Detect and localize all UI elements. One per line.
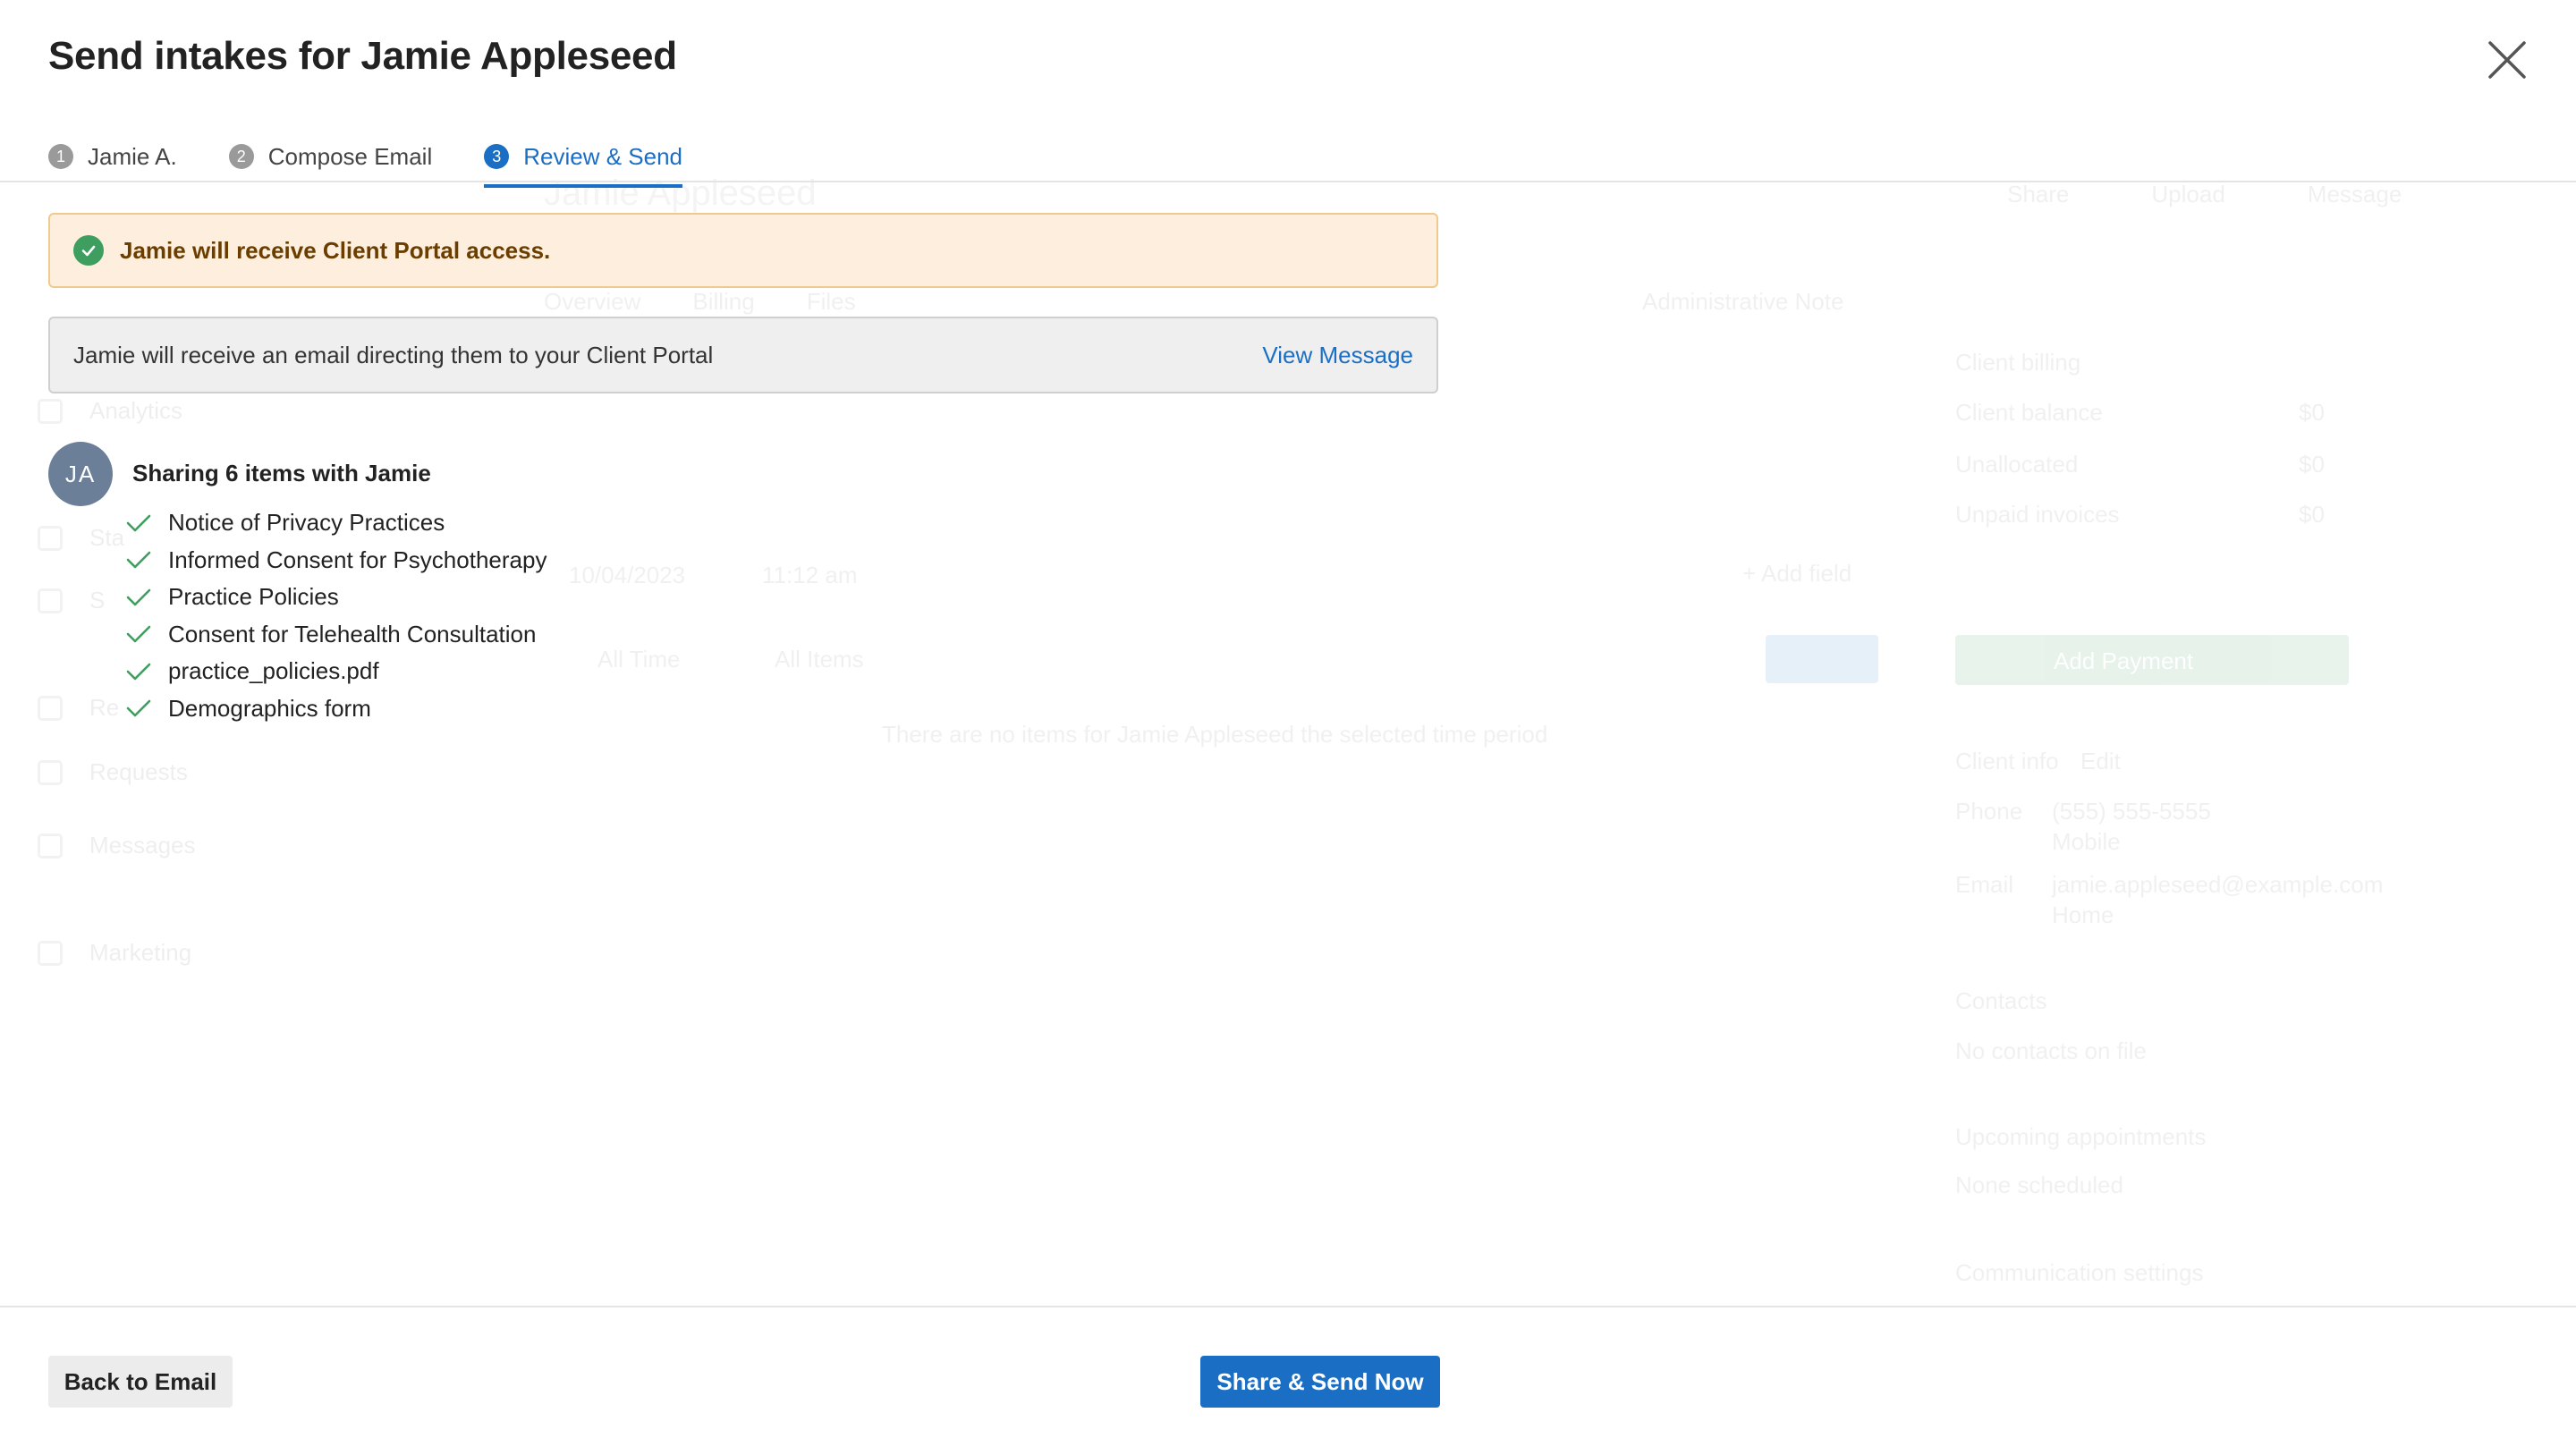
bg-add-payment-button (1955, 635, 2349, 685)
step-label: Jamie A. (88, 142, 177, 170)
bg-admin-note: Administrative Note (1642, 288, 1844, 315)
check-circle-icon (73, 235, 104, 266)
step-2[interactable]: 2 Compose Email (228, 138, 433, 175)
bg-add-payment-label: Add Payment (2054, 647, 2194, 674)
bg-upcoming: Upcoming appointments (1955, 1123, 2207, 1150)
check-icon (125, 587, 156, 608)
bg-client-balance: Client balance (1955, 399, 2103, 426)
step-3[interactable]: 3 Review & Send (484, 138, 682, 188)
shared-item-label: practice_policies.pdf (168, 657, 379, 685)
bg-unallocated-value: $0 (2299, 451, 2325, 478)
back-to-email-button[interactable]: Back to Email (48, 1356, 233, 1408)
view-message-link[interactable]: View Message (1262, 342, 1413, 369)
step-number: 2 (228, 144, 254, 169)
step-number: 3 (484, 144, 510, 169)
step-label: Review & Send (523, 142, 682, 170)
shared-item-label: Practice Policies (168, 583, 339, 611)
header-divider (0, 181, 2576, 182)
check-icon (125, 623, 156, 645)
share-and-send-button[interactable]: Share & Send Now (1200, 1356, 1440, 1408)
bg-sidebar-sta: Sta (38, 524, 124, 552)
shared-item-label: Consent for Telehealth Consultation (168, 620, 537, 647)
bg-phone-value: (555) 555-5555 (2052, 798, 2211, 825)
bg-no-contacts: No contacts on file (1955, 1037, 2147, 1064)
bg-unpaid-invoices-value: $0 (2299, 501, 2325, 528)
bg-top-actions: Share Upload Message (2007, 181, 2402, 207)
shared-items-list: Notice of Privacy Practices Informed Con… (125, 504, 547, 727)
bg-sidebar-analytics: Analytics (38, 397, 182, 425)
bg-new-button (1766, 635, 1878, 683)
bg-email-value: jamie.appleseed@example.com (2052, 871, 2384, 898)
bg-sidebar-marketing: Marketing (38, 939, 191, 967)
step-label: Compose Email (267, 142, 433, 170)
bg-empty-message: There are no items for Jamie Appleseed t… (882, 721, 1548, 748)
email-info-text: Jamie will receive an email directing th… (73, 341, 714, 368)
bg-none-scheduled: None scheduled (1955, 1172, 2123, 1198)
shared-item-label: Informed Consent for Psychotherapy (168, 546, 547, 573)
email-info-bar: Jamie will receive an email directing th… (48, 317, 1438, 393)
bg-sidebar-s: S (38, 587, 105, 614)
bg-phone-type: Mobile (2052, 828, 2121, 855)
bg-client-info: Client info (1955, 748, 2059, 774)
list-item: practice_policies.pdf (125, 653, 547, 690)
bg-unallocated: Unallocated (1955, 451, 2079, 478)
footer-divider (0, 1306, 2576, 1307)
bg-contacts: Contacts (1955, 987, 2047, 1014)
bg-sidebar-messages: Messages (38, 832, 196, 859)
list-item: Notice of Privacy Practices (125, 504, 547, 542)
bg-filter-items: All Items (775, 646, 864, 673)
bg-sidebar-requests: Requests (38, 758, 188, 786)
bg-billing-title: Client billing (1955, 349, 2081, 376)
step-1[interactable]: 1 Jamie A. (48, 138, 177, 175)
portal-banner-text: Jamie will receive Client Portal access. (120, 236, 551, 264)
portal-access-banner: Jamie will receive Client Portal access. (48, 213, 1438, 288)
list-item: Demographics form (125, 690, 547, 728)
step-number: 1 (48, 144, 73, 169)
bg-communication: Communication settings (1955, 1259, 2204, 1286)
check-icon (125, 512, 156, 534)
check-icon (125, 698, 156, 719)
list-item: Consent for Telehealth Consultation (125, 616, 547, 654)
list-item: Informed Consent for Psychotherapy (125, 542, 547, 579)
bg-edit: Edit (2080, 748, 2121, 774)
shared-item-label: Notice of Privacy Practices (168, 509, 445, 537)
bg-tabs: Overview Billing Files (544, 288, 856, 315)
bg-email-type: Home (2052, 901, 2114, 928)
bg-email-label: Email (1955, 871, 2014, 898)
shared-item-label: Demographics form (168, 694, 371, 722)
stepper: 1 Jamie A. 2 Compose Email 3 Review & Se… (48, 138, 734, 188)
check-icon (125, 549, 156, 571)
sharing-title: Sharing 6 items with Jamie (132, 460, 431, 486)
check-icon (125, 661, 156, 682)
bg-time: 11:12 am (762, 562, 858, 588)
bg-client-name: Jamie Appleseed (544, 173, 817, 213)
list-item: Practice Policies (125, 579, 547, 616)
close-icon (2488, 41, 2526, 79)
bg-phone-label: Phone (1955, 798, 2023, 825)
bg-unpaid-invoices: Unpaid invoices (1955, 501, 2120, 528)
bg-client-balance-value: $0 (2299, 399, 2325, 426)
bg-date: 10/04/2023 (569, 562, 686, 588)
close-button[interactable] (2487, 39, 2528, 80)
bg-sidebar-re: Re (38, 694, 119, 722)
modal-title: Send intakes for Jamie Appleseed (48, 34, 677, 78)
bg-filter-time: All Time (597, 646, 681, 673)
avatar: JA (48, 442, 113, 506)
bg-add-field: + Add field (1742, 560, 1852, 587)
